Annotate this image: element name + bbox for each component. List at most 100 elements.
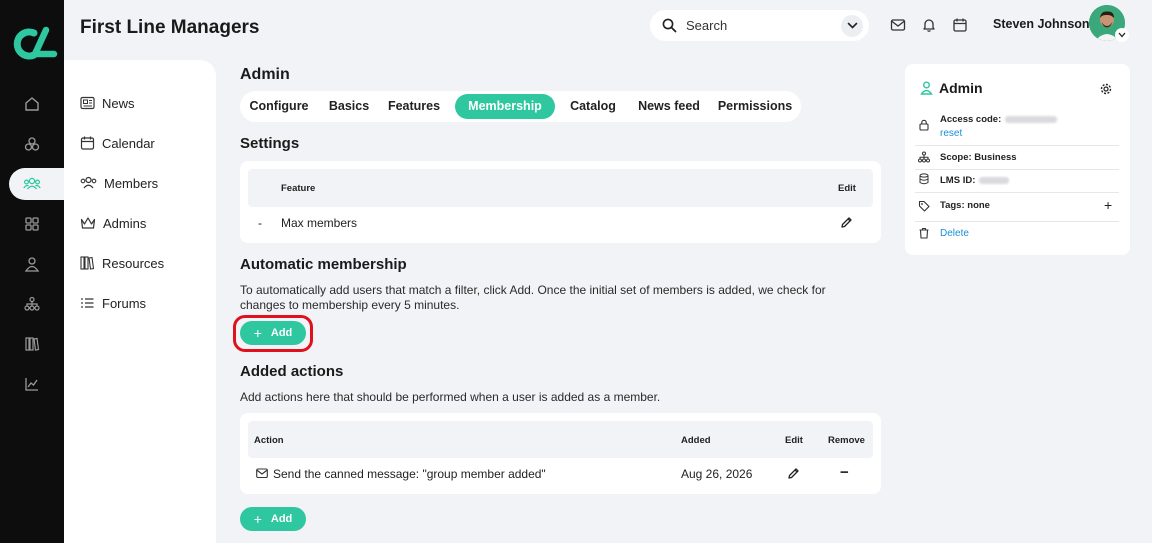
lms-id-redacted: [979, 176, 1010, 184]
search-icon: [662, 18, 677, 33]
list-icon: [81, 298, 94, 308]
edit-pencil-icon[interactable]: [840, 216, 853, 229]
actions-card: Action Added Edit Remove Send the canned…: [240, 413, 881, 494]
home-icon[interactable]: [18, 90, 46, 118]
groups-icon[interactable]: [18, 130, 46, 158]
members-icon[interactable]: [18, 170, 46, 198]
add-tag-button[interactable]: +: [1104, 197, 1112, 213]
tab-configure[interactable]: Configure: [246, 94, 312, 119]
app-title: First Line Managers: [80, 17, 260, 38]
settings-card: Feature Edit - Max members: [240, 161, 881, 243]
sidebar-item-label: Calendar: [102, 135, 155, 151]
search-dropdown-button[interactable]: [841, 15, 863, 37]
members-icon: [80, 176, 97, 189]
admin-user-icon: [920, 81, 933, 95]
sidebar-item-label: Resources: [102, 255, 165, 271]
calendar-icon[interactable]: [952, 17, 968, 33]
sidebar-item-calendar[interactable]: Calendar: [80, 131, 155, 155]
org-chart-icon[interactable]: [18, 290, 46, 318]
sidebar-item-news[interactable]: News: [80, 91, 135, 115]
sidebar-item-admins[interactable]: Admins: [80, 211, 146, 235]
remove-button[interactable]: −: [840, 464, 849, 481]
edit-pencil-icon[interactable]: [787, 467, 800, 480]
sidebar-item-label: News: [102, 95, 135, 111]
column-header-action: Action: [254, 435, 284, 446]
actions-table-header: Action Added Edit Remove: [248, 421, 873, 458]
sidebar-item-label: Members: [104, 175, 159, 191]
user-name[interactable]: Steven Johnson: [993, 17, 1090, 31]
calendar-icon: [80, 136, 95, 150]
lms-id-label: LMS ID:: [940, 175, 976, 186]
trash-icon: [919, 227, 929, 239]
divider: [915, 221, 1119, 222]
settings-title: Settings: [240, 135, 300, 152]
lock-icon: [919, 119, 929, 131]
divider: [915, 145, 1119, 146]
tags: Tags: none: [940, 200, 990, 211]
feature-name: Max members: [281, 216, 358, 230]
search-box[interactable]: Search: [650, 10, 869, 41]
analytics-icon[interactable]: [18, 370, 46, 398]
database-icon: [919, 173, 929, 185]
automatic-membership-title: Automatic membership: [240, 256, 407, 273]
highlight-annotation: [233, 315, 313, 352]
sidebar-item-label: Admins: [103, 215, 147, 231]
tag-icon: [918, 200, 930, 212]
admin-tabs: Configure Basics Features Membership Cat…: [240, 91, 801, 122]
divider: [915, 169, 1119, 170]
sidebar-nav: News Calendar Members Admins Resources F…: [64, 60, 216, 543]
page-title: Admin: [240, 66, 290, 83]
gear-icon[interactable]: [1100, 83, 1112, 95]
message-icon: [256, 468, 268, 479]
sidebar-item-forums[interactable]: Forums: [80, 291, 146, 315]
access-code: Access code:: [940, 114, 1058, 125]
bell-icon[interactable]: [921, 17, 937, 33]
panel-title: Admin: [939, 80, 983, 96]
apps-icon[interactable]: [18, 210, 46, 238]
sidebar-item-members[interactable]: Members: [80, 171, 158, 195]
access-code-redacted: [1005, 115, 1058, 123]
delete-link[interactable]: Delete: [940, 228, 969, 239]
column-header-remove: Remove: [828, 435, 865, 446]
search-placeholder: Search: [686, 18, 728, 33]
admin-info-panel: Admin Access code: reset Scope: Business…: [905, 64, 1130, 255]
user-icon[interactable]: [18, 250, 46, 278]
added-actions-description: Add actions here that should be performe…: [240, 390, 661, 404]
tab-features[interactable]: Features: [386, 94, 442, 119]
row-marker: -: [258, 216, 262, 230]
tab-permissions[interactable]: Permissions: [715, 94, 795, 119]
lms-id: LMS ID:: [940, 175, 1010, 186]
action-description: Send the canned message: "group member a…: [273, 467, 546, 481]
news-icon: [80, 96, 95, 110]
column-header-feature: Feature: [281, 183, 316, 194]
books-icon: [80, 256, 95, 270]
access-code-label: Access code:: [940, 114, 1002, 125]
scope: Scope: Business: [940, 152, 1017, 163]
reset-link[interactable]: reset: [940, 128, 962, 139]
org-chart-icon: [918, 151, 930, 163]
tab-catalog[interactable]: Catalog: [564, 94, 622, 119]
divider: [915, 192, 1119, 193]
chevron-down-icon: [1118, 32, 1126, 38]
column-header-edit: Edit: [785, 435, 803, 446]
column-header-added: Added: [681, 435, 711, 446]
crown-icon: [80, 217, 96, 229]
column-header-edit: Edit: [838, 183, 856, 194]
action-added-date: Aug 26, 2026: [681, 467, 753, 481]
add-action-label: Add: [270, 513, 293, 525]
library-icon[interactable]: [18, 330, 46, 358]
sidebar-item-label: Forums: [102, 295, 147, 311]
mail-icon[interactable]: [890, 17, 906, 33]
settings-table-header: Feature Edit: [248, 169, 873, 207]
tab-membership[interactable]: Membership: [455, 94, 555, 119]
tab-basics[interactable]: Basics: [321, 94, 377, 119]
plus-icon: +: [253, 511, 262, 527]
add-action-button[interactable]: + Add: [240, 507, 306, 531]
tab-news-feed[interactable]: News feed: [634, 94, 704, 119]
added-actions-title: Added actions: [240, 363, 344, 380]
automatic-membership-description-line1: To automatically add users that match a …: [240, 283, 826, 297]
chevron-down-icon: [847, 22, 857, 29]
profile-menu-toggle[interactable]: [1115, 28, 1129, 42]
app-logo[interactable]: [8, 26, 58, 62]
sidebar-item-resources[interactable]: Resources: [80, 251, 164, 275]
